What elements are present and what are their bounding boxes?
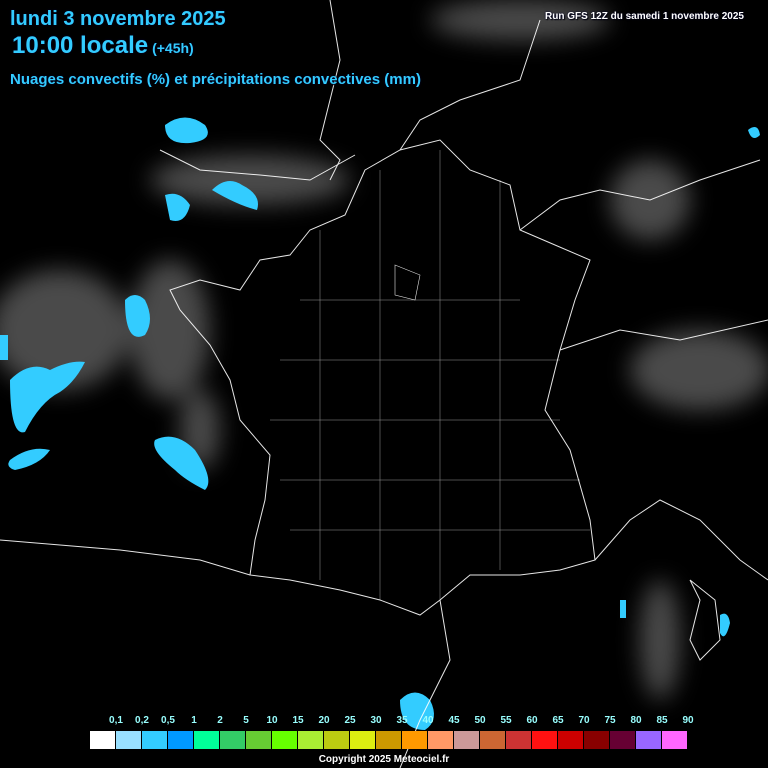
department-borders <box>270 150 590 600</box>
legend-label: 0,5 <box>161 715 175 726</box>
legend-label: 20 <box>318 715 330 726</box>
map-subtitle: Nuages convectifs (%) et précipitations … <box>10 71 421 88</box>
legend-swatch <box>662 731 687 749</box>
forecast-time: 10:00 locale (+45h) <box>12 32 194 60</box>
legend-swatch <box>402 731 427 749</box>
legend-swatch <box>272 731 297 749</box>
legend-swatch <box>350 731 375 749</box>
legend-swatch <box>558 731 583 749</box>
legend-label: 65 <box>552 715 564 726</box>
legend-swatch <box>116 731 141 749</box>
legend-label: 85 <box>656 715 668 726</box>
legend-label: 55 <box>500 715 512 726</box>
legend-label: 10 <box>266 715 278 726</box>
legend-swatch <box>168 731 193 749</box>
model-run-info: Run GFS 12Z du samedi 1 novembre 2025 <box>545 11 744 22</box>
legend-swatch <box>324 731 349 749</box>
legend-swatch <box>506 731 531 749</box>
legend-label: 90 <box>682 715 694 726</box>
convective-cloud-layer <box>0 0 768 700</box>
copyright: Copyright 2025 Meteociel.fr <box>318 754 450 765</box>
legend-label: 2 <box>217 715 223 726</box>
legend-label: 15 <box>292 715 304 726</box>
legend-swatch <box>142 731 167 749</box>
legend-label: 50 <box>474 715 486 726</box>
legend-label: 80 <box>630 715 642 726</box>
map-canvas <box>0 0 768 768</box>
legend-label: 40 <box>422 715 434 726</box>
legend-swatch <box>584 731 609 749</box>
legend-swatch <box>428 731 453 749</box>
legend-swatch <box>376 731 401 749</box>
legend-label: 70 <box>578 715 590 726</box>
color-legend <box>90 731 688 749</box>
legend-swatch <box>220 731 245 749</box>
forecast-map-view: lundi 3 novembre 2025 10:00 locale (+45h)… <box>0 0 768 768</box>
legend-swatch <box>636 731 661 749</box>
legend-label: 0,2 <box>135 715 149 726</box>
legend-label: 45 <box>448 715 460 726</box>
legend-label: 1 <box>191 715 197 726</box>
lead-time: (+45h) <box>152 40 194 56</box>
legend-label: 60 <box>526 715 538 726</box>
legend-label: 30 <box>370 715 382 726</box>
legend-swatch <box>246 731 271 749</box>
legend-swatch <box>610 731 635 749</box>
legend-label: 25 <box>344 715 356 726</box>
legend-label: 0,1 <box>109 715 123 726</box>
forecast-date: lundi 3 novembre 2025 <box>10 8 226 30</box>
legend-swatch <box>90 731 115 749</box>
legend-swatch <box>532 731 557 749</box>
legend-swatch <box>298 731 323 749</box>
legend-swatch <box>480 731 505 749</box>
legend-swatch <box>454 731 479 749</box>
legend-swatch <box>194 731 219 749</box>
legend-label: 5 <box>243 715 249 726</box>
local-time: 10:00 locale <box>12 32 149 59</box>
legend-label: 35 <box>396 715 408 726</box>
legend-label: 75 <box>604 715 616 726</box>
